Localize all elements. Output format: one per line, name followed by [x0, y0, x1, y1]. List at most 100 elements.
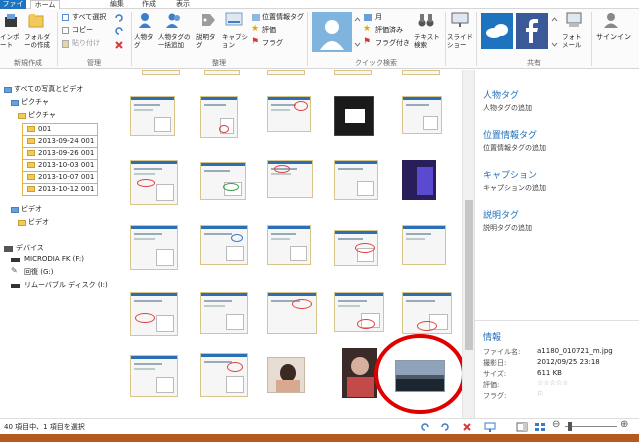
tab-file[interactable]: ファイル	[0, 0, 26, 16]
slideshow-icon[interactable]	[484, 422, 496, 432]
nav-pictures-folder[interactable]: ピクチャ	[28, 111, 56, 120]
photo-thumbnail[interactable]	[402, 160, 436, 200]
nav-folder-2013-09-24[interactable]: 2013-09-24 001	[23, 135, 97, 146]
gallery-scroll-icon[interactable]	[354, 17, 361, 47]
folder-icon	[18, 220, 26, 226]
caption-add-link[interactable]: キャプションの追加	[483, 183, 546, 193]
facebook-share-button[interactable]	[516, 13, 548, 49]
share-scroll-icon[interactable]	[551, 17, 558, 47]
photo-thumbnail[interactable]	[334, 70, 372, 75]
people-tag-add-link[interactable]: 人物タグの追加	[483, 103, 532, 113]
selection-highlight-circle	[374, 334, 462, 414]
folder-icon	[18, 113, 26, 119]
star-icon: ★	[251, 24, 260, 34]
folder-label: 2013-10-03 001	[38, 161, 95, 169]
people-tag-heading: 人物タグ	[483, 91, 520, 101]
content-scrollbar[interactable]	[462, 70, 474, 418]
copy-label: コピー	[72, 26, 93, 34]
nav-folder-2013-10-07[interactable]: 2013-10-07 001	[23, 171, 97, 182]
photo-thumbnail[interactable]	[267, 160, 313, 198]
folder-icon	[27, 126, 35, 132]
photo-thumbnail[interactable]	[334, 96, 374, 136]
photo-thumbnail[interactable]	[334, 160, 378, 200]
photo-thumbnail[interactable]	[402, 225, 446, 265]
nav-devices[interactable]: デバイス	[16, 244, 44, 253]
info-rating-stars[interactable]: ☆☆☆☆☆	[537, 379, 568, 387]
calendar-icon	[364, 14, 372, 21]
rotate-left-icon[interactable]	[114, 26, 124, 36]
photo-thumbnail[interactable]	[200, 225, 248, 265]
photo-thumbnail[interactable]	[130, 355, 178, 397]
group-share-label: 共有	[527, 59, 541, 67]
photo-thumbnail[interactable]	[200, 162, 246, 200]
group-quick-search-label: クイック検索	[355, 59, 397, 67]
info-flag-icon[interactable]: ⚐	[537, 390, 543, 398]
people-batch-label: 人物タグの一括追加	[158, 33, 191, 49]
delete-icon[interactable]	[462, 422, 472, 432]
photo-thumbnail[interactable]	[334, 230, 378, 266]
photo-thumbnail[interactable]	[142, 70, 180, 75]
photo-thumbnail[interactable]	[402, 70, 440, 75]
photo-thumbnail[interactable]	[267, 70, 305, 75]
tab-create[interactable]: 作成	[136, 0, 162, 9]
desc-tag-add-link[interactable]: 説明タグの追加	[483, 223, 532, 233]
group-organize-label: 整理	[212, 59, 226, 67]
nav-device-recovery[interactable]: 回復 (G:)	[24, 268, 53, 277]
rated-label: 評価済み	[375, 26, 403, 34]
info-size-key: サイズ:	[483, 370, 507, 378]
nav-folder-2013-10-03[interactable]: 2013-10-03 001	[23, 159, 97, 170]
cloud-icon	[486, 24, 508, 38]
photo-thumbnail[interactable]	[130, 225, 178, 270]
nav-folder-2013-09-26[interactable]: 2013-09-26 001	[23, 147, 97, 158]
geotag-add-link[interactable]: 位置情報タグの追加	[483, 143, 546, 153]
onedrive-share-button[interactable]	[481, 13, 513, 49]
info-date-value: 2012/09/25 23:18	[537, 358, 600, 366]
rotate-left-icon[interactable]	[420, 422, 430, 432]
nav-pictures-library[interactable]: ピクチャ	[21, 98, 49, 107]
photo-thumbnail[interactable]	[200, 353, 248, 397]
rotate-icon[interactable]	[114, 13, 124, 23]
divider	[476, 12, 477, 66]
nav-device-removable[interactable]: リムーバブル ディスク (I:)	[24, 281, 108, 290]
nav-folder-2013-10-12[interactable]: 2013-10-12 001	[23, 183, 97, 194]
photo-thumbnail[interactable]	[130, 292, 178, 336]
photo-thumbnail[interactable]	[267, 96, 311, 132]
photo-thumbnail[interactable]	[402, 96, 442, 134]
info-date-key: 撮影日:	[483, 359, 507, 367]
rotate-right-icon[interactable]	[440, 422, 450, 432]
photo-thumbnail[interactable]	[402, 292, 452, 334]
zoom-in-icon[interactable]: ⊕	[620, 420, 628, 430]
photo-thumbnail[interactable]	[267, 225, 311, 265]
desc-tag-heading: 説明タグ	[483, 211, 520, 221]
pen-icon: ✎	[11, 266, 18, 275]
nav-videos-library[interactable]: ビデオ	[21, 205, 42, 214]
photo-thumbnail[interactable]	[200, 292, 248, 334]
nav-device-microdia[interactable]: MICRODIA FK (F:)	[24, 255, 84, 264]
photo-thumbnail[interactable]	[334, 292, 384, 332]
photo-thumbnail[interactable]	[267, 357, 305, 393]
photo-thumbnail[interactable]	[267, 292, 317, 334]
photo-mail-label: フォトメール	[562, 33, 582, 49]
nav-folder-001[interactable]: 001	[23, 123, 97, 134]
nav-videos-folder[interactable]: ビデオ	[28, 218, 49, 227]
zoom-out-icon[interactable]: ⊖	[552, 420, 560, 430]
zoom-slider-thumb[interactable]	[568, 422, 572, 431]
scrollbar-thumb[interactable]	[465, 200, 473, 350]
rating-label: 評価	[262, 26, 276, 34]
nav-all-photos[interactable]: すべての写真とビデオ	[14, 85, 83, 94]
photo-thumbnail[interactable]	[130, 96, 175, 136]
photo-thumbnail[interactable]	[204, 70, 240, 75]
folder-label: 001	[38, 125, 52, 133]
details-view-icon[interactable]	[516, 422, 528, 432]
geotag-icon	[252, 14, 260, 21]
thumbnail-view-icon[interactable]	[534, 422, 546, 432]
photo-thumbnail[interactable]	[130, 160, 178, 205]
select-all-icon	[62, 14, 69, 21]
zoom-slider-track[interactable]	[565, 426, 617, 427]
person-placeholder-tile[interactable]	[312, 12, 352, 52]
photo-thumbnail[interactable]	[200, 96, 238, 138]
tab-view[interactable]: 表示	[170, 0, 196, 9]
copy-icon	[62, 27, 69, 34]
tab-edit[interactable]: 編集	[104, 0, 130, 9]
delete-icon[interactable]	[114, 40, 124, 50]
